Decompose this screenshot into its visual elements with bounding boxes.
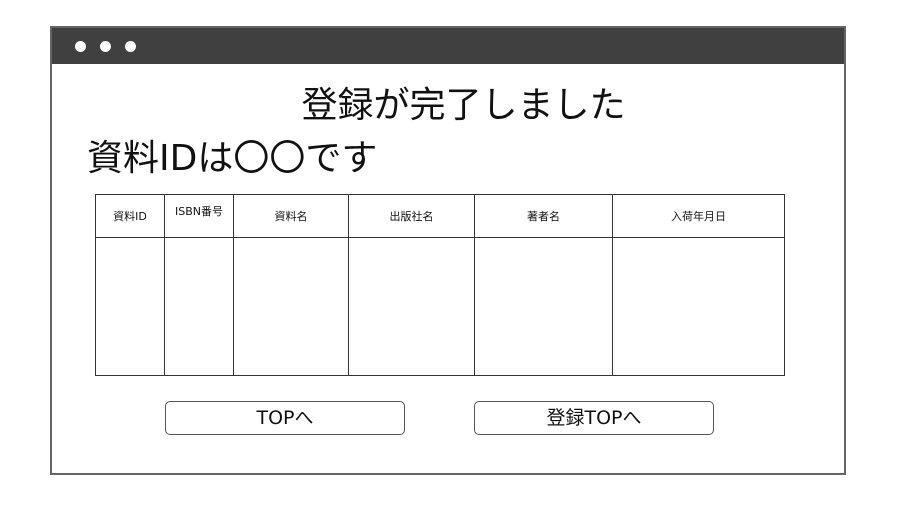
window-titlebar <box>52 28 844 64</box>
page-title: 登録が完了しました <box>301 85 626 126</box>
top-button[interactable]: TOPへ <box>165 401 405 435</box>
table-cell <box>164 237 234 376</box>
table-cell <box>612 237 785 376</box>
table-cell <box>95 237 165 376</box>
window-control-dot-icon[interactable] <box>75 41 86 52</box>
table-cell <box>474 237 613 376</box>
id-message: 資料IDは〇〇です <box>87 138 378 179</box>
registration-table: 資料ID ISBN番号 資料名 出版社名 著者名 入荷年月日 <box>95 194 785 376</box>
register-top-button[interactable]: 登録TOPへ <box>474 401 714 435</box>
column-header-material-id: 資料ID <box>95 194 165 238</box>
column-header-isbn: ISBN番号 <box>164 194 234 238</box>
table-cell <box>233 237 349 376</box>
column-header-publisher: 出版社名 <box>348 194 475 238</box>
table-cell <box>348 237 475 376</box>
column-header-arrival-date: 入荷年月日 <box>612 194 785 238</box>
table-row <box>95 237 785 376</box>
window-control-dot-icon[interactable] <box>100 41 111 52</box>
table-header-row: 資料ID ISBN番号 資料名 出版社名 著者名 入荷年月日 <box>95 194 785 238</box>
column-header-author: 著者名 <box>474 194 613 238</box>
window-control-dot-icon[interactable] <box>125 41 136 52</box>
column-header-material-name: 資料名 <box>233 194 349 238</box>
